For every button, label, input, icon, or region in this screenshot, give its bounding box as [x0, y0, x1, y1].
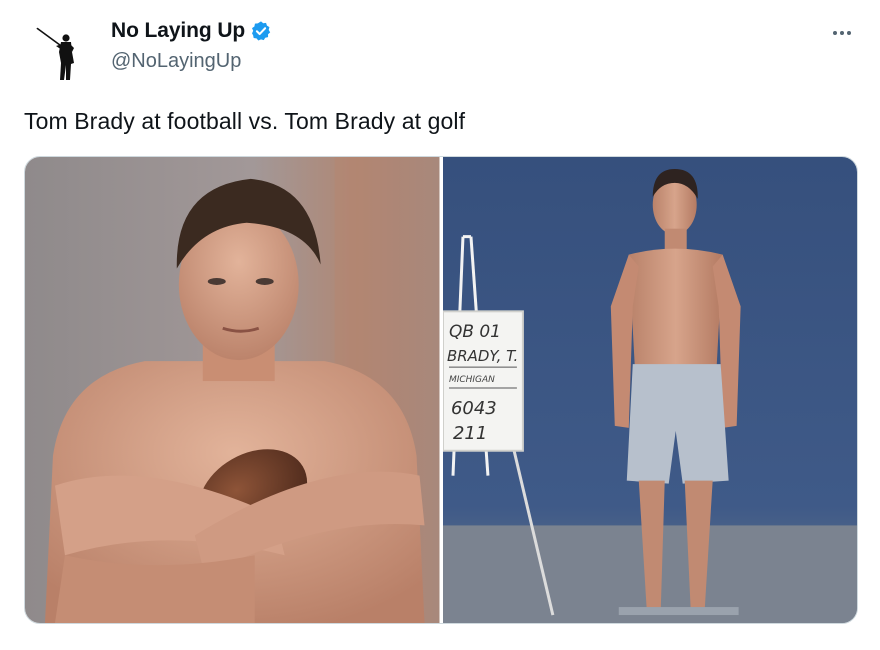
portrait-photo	[25, 157, 440, 623]
author-display-name[interactable]: No Laying Up	[111, 19, 245, 43]
photo-golf[interactable]: QB 01 BRADY, T. MICHIGAN 6043 211	[442, 157, 857, 623]
photo-football[interactable]	[25, 157, 440, 623]
author-name-row: No Laying Up	[111, 19, 272, 43]
verified-badge-icon	[252, 21, 271, 41]
golfer-silhouette-icon	[33, 25, 74, 80]
more-options-icon[interactable]	[828, 22, 856, 44]
sign-line-4: 6043	[450, 398, 496, 419]
sign-line-1: QB 01	[448, 321, 500, 341]
tweet-card[interactable]: No Laying Up @NoLayingUp Tom Brady at fo…	[0, 0, 880, 650]
tweet-text: Tom Brady at football vs. Tom Brady at g…	[24, 108, 466, 134]
sign-line-5: 211	[452, 423, 486, 444]
combine-photo: QB 01 BRADY, T. MICHIGAN 6043 211	[442, 157, 857, 623]
sign-line-3: MICHIGAN	[448, 375, 494, 385]
media-grid: QB 01 BRADY, T. MICHIGAN 6043 211	[24, 156, 858, 624]
sign-line-2: BRADY, T.	[446, 347, 517, 365]
author-handle[interactable]: @NoLayingUp	[111, 50, 241, 73]
author-avatar[interactable]	[26, 18, 98, 90]
